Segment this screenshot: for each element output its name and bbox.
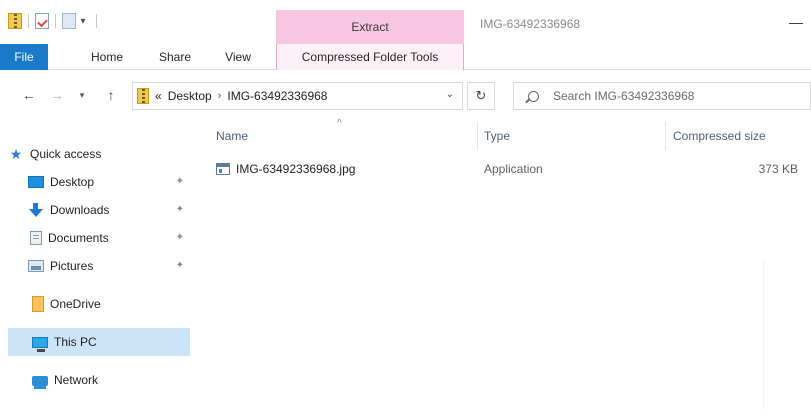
- sidebar-item-desktop[interactable]: Desktop ✦: [8, 168, 190, 196]
- navigation-pane: ★ Quick access Desktop ✦ Downloads ✦ Doc…: [0, 118, 196, 417]
- breadcrumb-current-folder[interactable]: IMG-63492336968: [227, 89, 327, 103]
- ribbon-tab-bar: File Home Share View Compressed Folder T…: [0, 44, 811, 70]
- divider: [763, 260, 764, 410]
- file-name: IMG-63492336968.jpg: [236, 162, 356, 176]
- toolbar-divider: [28, 14, 29, 28]
- sidebar-item-label: This PC: [54, 335, 97, 349]
- tab-file[interactable]: File: [0, 44, 48, 70]
- back-button[interactable]: ←: [18, 84, 40, 106]
- tab-share[interactable]: Share: [147, 44, 203, 70]
- properties-icon[interactable]: [35, 13, 49, 29]
- sidebar-item-this-pc[interactable]: This PC: [8, 328, 190, 356]
- pictures-icon: [28, 260, 44, 272]
- sidebar-item-network[interactable]: Network: [8, 366, 190, 394]
- search-input[interactable]: [553, 89, 783, 103]
- address-overflow-icon[interactable]: «: [155, 89, 162, 103]
- sidebar-item-documents[interactable]: Documents ✦: [8, 224, 190, 252]
- search-box[interactable]: [513, 82, 811, 110]
- title-bar: ▾ Extract IMG-63492336968 —: [0, 0, 811, 44]
- sidebar-item-label: Quick access: [30, 147, 102, 161]
- column-divider[interactable]: [665, 122, 666, 150]
- sidebar-item-downloads[interactable]: Downloads ✦: [8, 196, 190, 224]
- forward-button[interactable]: →: [46, 84, 68, 106]
- sidebar-item-label: Desktop: [50, 175, 95, 189]
- application-file-icon: [216, 163, 230, 175]
- tab-home[interactable]: Home: [80, 44, 134, 70]
- desktop-icon: [28, 176, 44, 188]
- breadcrumb-separator-icon[interactable]: ›: [218, 90, 222, 102]
- sidebar-item-onedrive[interactable]: OneDrive: [8, 290, 190, 318]
- toolbar-divider: [55, 14, 56, 28]
- sidebar-item-label: Pictures: [50, 259, 94, 273]
- search-icon: [528, 90, 539, 102]
- minimize-button[interactable]: —: [786, 12, 806, 32]
- star-icon: ★: [9, 145, 23, 162]
- zip-folder-icon: [137, 88, 149, 104]
- sidebar-item-label: Documents: [48, 231, 109, 245]
- column-header-compressed-size[interactable]: Compressed size: [673, 126, 766, 146]
- pin-icon[interactable]: ✦: [176, 204, 184, 215]
- toolbar-divider: [96, 14, 97, 28]
- sidebar-item-label: Network: [54, 373, 99, 387]
- sidebar-item-pictures[interactable]: Pictures ✦: [8, 252, 190, 280]
- extract-context-tab[interactable]: Extract: [276, 10, 464, 44]
- sidebar-item-quick-access[interactable]: ★ Quick access: [8, 140, 190, 168]
- customize-toolbar-chevron-down-icon[interactable]: ▾: [76, 13, 90, 29]
- tab-view[interactable]: View: [214, 44, 262, 70]
- pin-icon[interactable]: ✦: [176, 176, 184, 187]
- file-row[interactable]: IMG-63492336968.jpg Application 373 KB: [210, 158, 810, 182]
- pin-icon[interactable]: ✦: [176, 260, 184, 271]
- window-title: IMG-63492336968: [480, 17, 581, 31]
- file-list: ^ Name Type Compressed size IMG-63492336…: [196, 118, 811, 417]
- this-pc-icon: [32, 336, 48, 352]
- downloads-icon: [28, 203, 44, 217]
- zip-folder-icon: [8, 13, 22, 29]
- sidebar-item-label: OneDrive: [50, 297, 101, 311]
- documents-icon: [30, 231, 42, 245]
- address-history-chevron-down-icon[interactable]: ⌄: [446, 89, 454, 100]
- column-header-type[interactable]: Type: [484, 126, 510, 146]
- quick-access-toolbar: ▾: [8, 11, 103, 31]
- sort-ascending-icon: ^: [337, 118, 342, 129]
- sidebar-item-label: Downloads: [50, 203, 110, 217]
- onedrive-folder-icon: [32, 296, 44, 312]
- pin-icon[interactable]: ✦: [176, 232, 184, 243]
- address-bar[interactable]: « Desktop › IMG-63492336968 ⌄: [132, 82, 463, 110]
- refresh-button[interactable]: ↻: [467, 82, 495, 110]
- column-header-name[interactable]: Name: [216, 126, 248, 146]
- file-type: Application: [484, 162, 543, 176]
- network-icon: [32, 376, 48, 389]
- tab-compressed-folder-tools[interactable]: Compressed Folder Tools: [276, 44, 464, 70]
- new-folder-icon[interactable]: [62, 13, 76, 29]
- column-divider[interactable]: [477, 122, 478, 150]
- recent-locations-chevron-down-icon[interactable]: ▾: [72, 84, 92, 106]
- breadcrumb-desktop[interactable]: Desktop: [168, 89, 212, 103]
- navigation-bar: ← → ▾ ↑ « Desktop › IMG-63492336968 ⌄ ↻: [0, 72, 811, 118]
- file-size: 373 KB: [758, 162, 798, 176]
- up-button[interactable]: ↑: [100, 84, 122, 106]
